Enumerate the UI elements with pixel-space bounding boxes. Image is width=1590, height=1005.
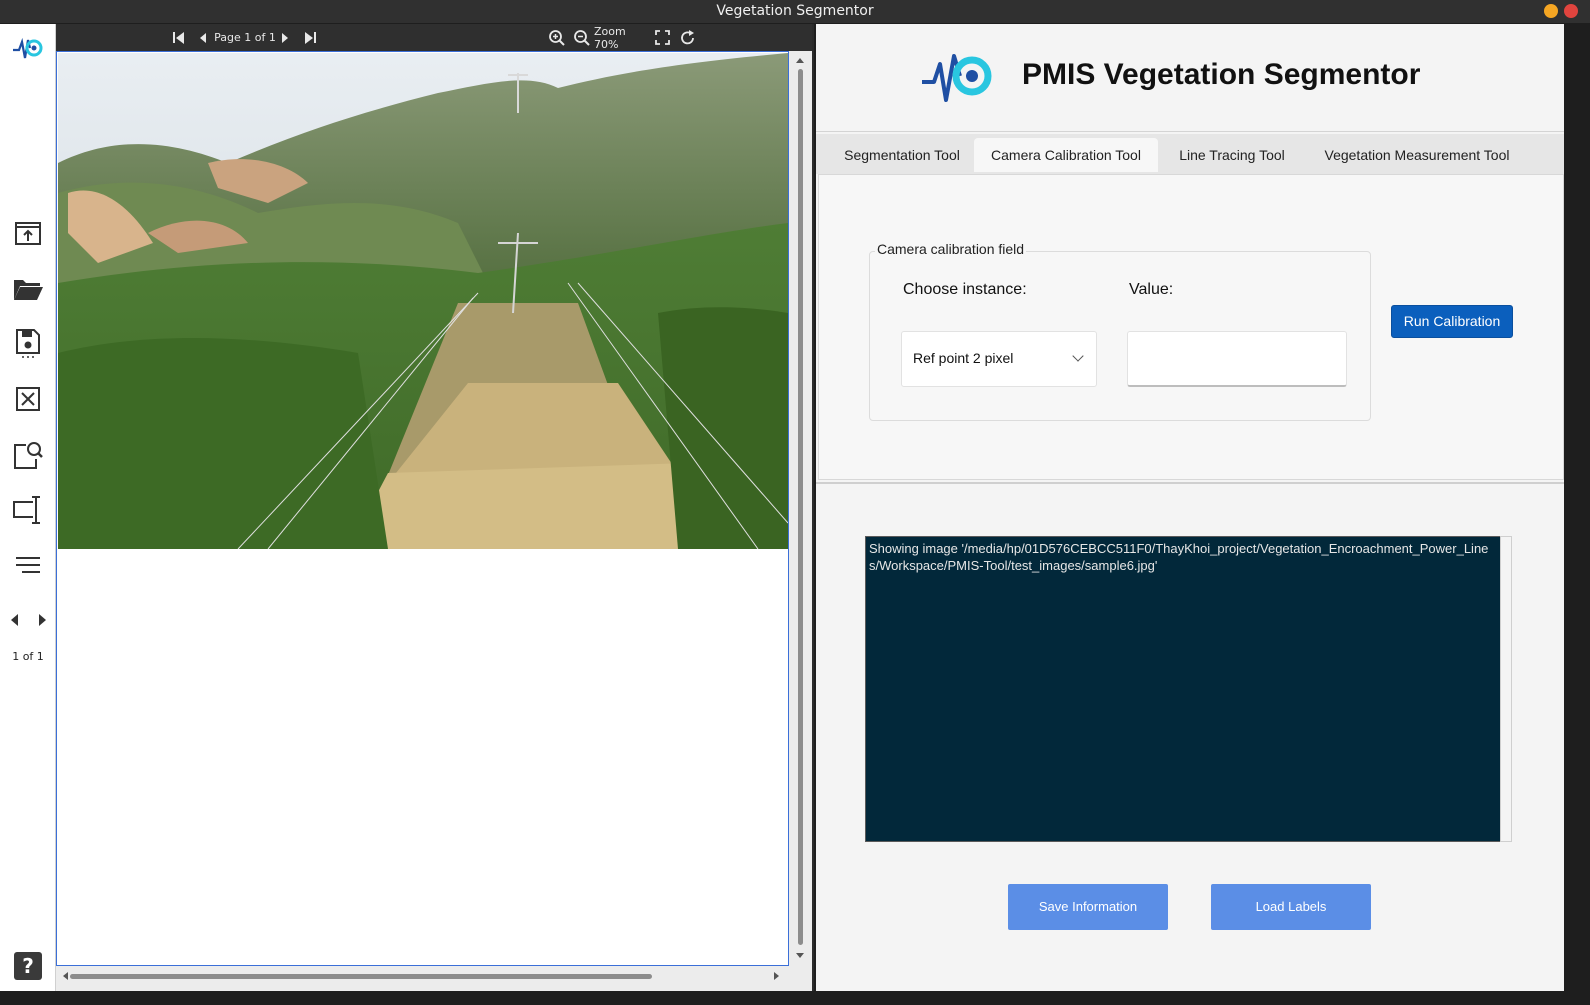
align-button[interactable] bbox=[11, 548, 45, 582]
save-icon bbox=[16, 329, 40, 358]
scroll-down-icon bbox=[796, 953, 804, 958]
value-label: Value: bbox=[1129, 281, 1174, 298]
open-folder-button[interactable] bbox=[11, 272, 45, 306]
help-button[interactable]: ? bbox=[14, 952, 42, 980]
tab-segmentation[interactable]: Segmentation Tool bbox=[824, 138, 980, 172]
zoom-region-icon bbox=[14, 442, 43, 469]
page-count: 1 of 1 bbox=[12, 650, 44, 663]
chevron-down-icon bbox=[1072, 350, 1084, 362]
vertical-scroll-thumb[interactable] bbox=[798, 69, 803, 945]
prev-page-button[interactable] bbox=[196, 24, 210, 51]
save-information-button[interactable]: Save Information bbox=[1008, 884, 1168, 930]
text-select-button[interactable] bbox=[11, 493, 45, 527]
app-header: PMIS Vegetation Segmentor bbox=[816, 24, 1566, 132]
pmis-logo-icon bbox=[922, 54, 992, 102]
horizontal-scroll-thumb[interactable] bbox=[70, 974, 652, 979]
document-viewer bbox=[56, 51, 812, 991]
zoom-level: Zoom 70% bbox=[594, 24, 626, 51]
prev-page-icon bbox=[200, 32, 206, 43]
first-page-button[interactable] bbox=[170, 24, 186, 51]
tool-tabs: Segmentation Tool Camera Calibration Too… bbox=[816, 134, 1566, 174]
window-title: Vegetation Segmentor bbox=[716, 3, 874, 19]
minimize-button[interactable] bbox=[1544, 4, 1558, 18]
value-input[interactable] bbox=[1127, 331, 1347, 387]
zoom-in-icon bbox=[549, 29, 565, 46]
tool-panel: PMIS Vegetation Segmentor Segmentation T… bbox=[814, 24, 1566, 991]
next-page-icon bbox=[282, 32, 288, 43]
app-title: PMIS Vegetation Segmentor bbox=[1022, 58, 1421, 91]
landscape-photo bbox=[58, 53, 788, 549]
fit-page-button[interactable] bbox=[653, 24, 671, 51]
zoom-in-button[interactable] bbox=[547, 24, 567, 51]
output-area: Showing image '/media/hp/01D576CEBCC511F… bbox=[816, 482, 1566, 991]
align-lines-icon bbox=[16, 557, 40, 573]
upload-icon bbox=[15, 222, 41, 245]
instance-label: Choose instance: bbox=[903, 281, 1027, 298]
window-bottom-edge bbox=[0, 991, 1590, 1005]
instance-select-value: Ref point 2 pixel bbox=[913, 350, 1014, 366]
log-console[interactable]: Showing image '/media/hp/01D576CEBCC511F… bbox=[865, 536, 1501, 842]
zoom-out-button[interactable] bbox=[572, 24, 592, 51]
rotate-icon bbox=[681, 29, 694, 44]
close-window-button[interactable] bbox=[1564, 4, 1578, 18]
scroll-left-icon bbox=[63, 972, 68, 980]
app-logo-icon bbox=[13, 37, 43, 59]
scroll-right-icon bbox=[774, 972, 779, 980]
close-file-button[interactable] bbox=[11, 382, 45, 416]
page-indicator: Page 1 of 1 bbox=[214, 31, 276, 44]
window-edge bbox=[1564, 24, 1590, 1005]
load-labels-button[interactable]: Load Labels bbox=[1211, 884, 1371, 930]
viewer-page bbox=[56, 51, 789, 966]
tab-vegetation-measurement[interactable]: Vegetation Measurement Tool bbox=[1308, 138, 1526, 172]
upload-button[interactable] bbox=[11, 216, 45, 250]
window-titlebar: Vegetation Segmentor bbox=[0, 0, 1590, 24]
tool-rail: 1 of 1 ? bbox=[0, 24, 56, 1005]
zoom-region-button[interactable] bbox=[11, 438, 45, 472]
last-page-icon bbox=[304, 31, 316, 44]
tab-camera-calibration[interactable]: Camera Calibration Tool bbox=[974, 138, 1158, 172]
tab-line-tracing[interactable]: Line Tracing Tool bbox=[1164, 138, 1300, 172]
horizontal-scrollbar[interactable] bbox=[60, 969, 782, 983]
last-page-button[interactable] bbox=[302, 24, 318, 51]
zoom-out-icon bbox=[574, 29, 590, 46]
first-page-icon bbox=[172, 31, 184, 44]
scroll-up-icon bbox=[796, 58, 804, 63]
prev-page-icon[interactable] bbox=[10, 614, 18, 626]
close-icon bbox=[16, 387, 40, 411]
instance-select[interactable]: Ref point 2 pixel bbox=[901, 331, 1097, 387]
rail-pager bbox=[0, 608, 56, 632]
vertical-scrollbar[interactable] bbox=[794, 55, 806, 963]
rotate-button[interactable] bbox=[678, 24, 698, 51]
fullscreen-icon bbox=[654, 30, 670, 45]
save-button[interactable] bbox=[11, 326, 45, 360]
next-page-icon[interactable] bbox=[38, 614, 46, 626]
console-scrollbar[interactable] bbox=[1500, 536, 1512, 842]
calibration-group-title: Camera calibration field bbox=[875, 241, 1027, 257]
calibration-tab-body: Camera calibration field Choose instance… bbox=[818, 174, 1564, 480]
viewer-toolbar: Page 1 of 1 Zoom 70% bbox=[56, 24, 812, 51]
next-page-button[interactable] bbox=[278, 24, 292, 51]
folder-open-icon bbox=[14, 280, 43, 300]
run-calibration-button[interactable]: Run Calibration bbox=[1391, 305, 1513, 338]
text-cursor-icon bbox=[13, 496, 40, 524]
